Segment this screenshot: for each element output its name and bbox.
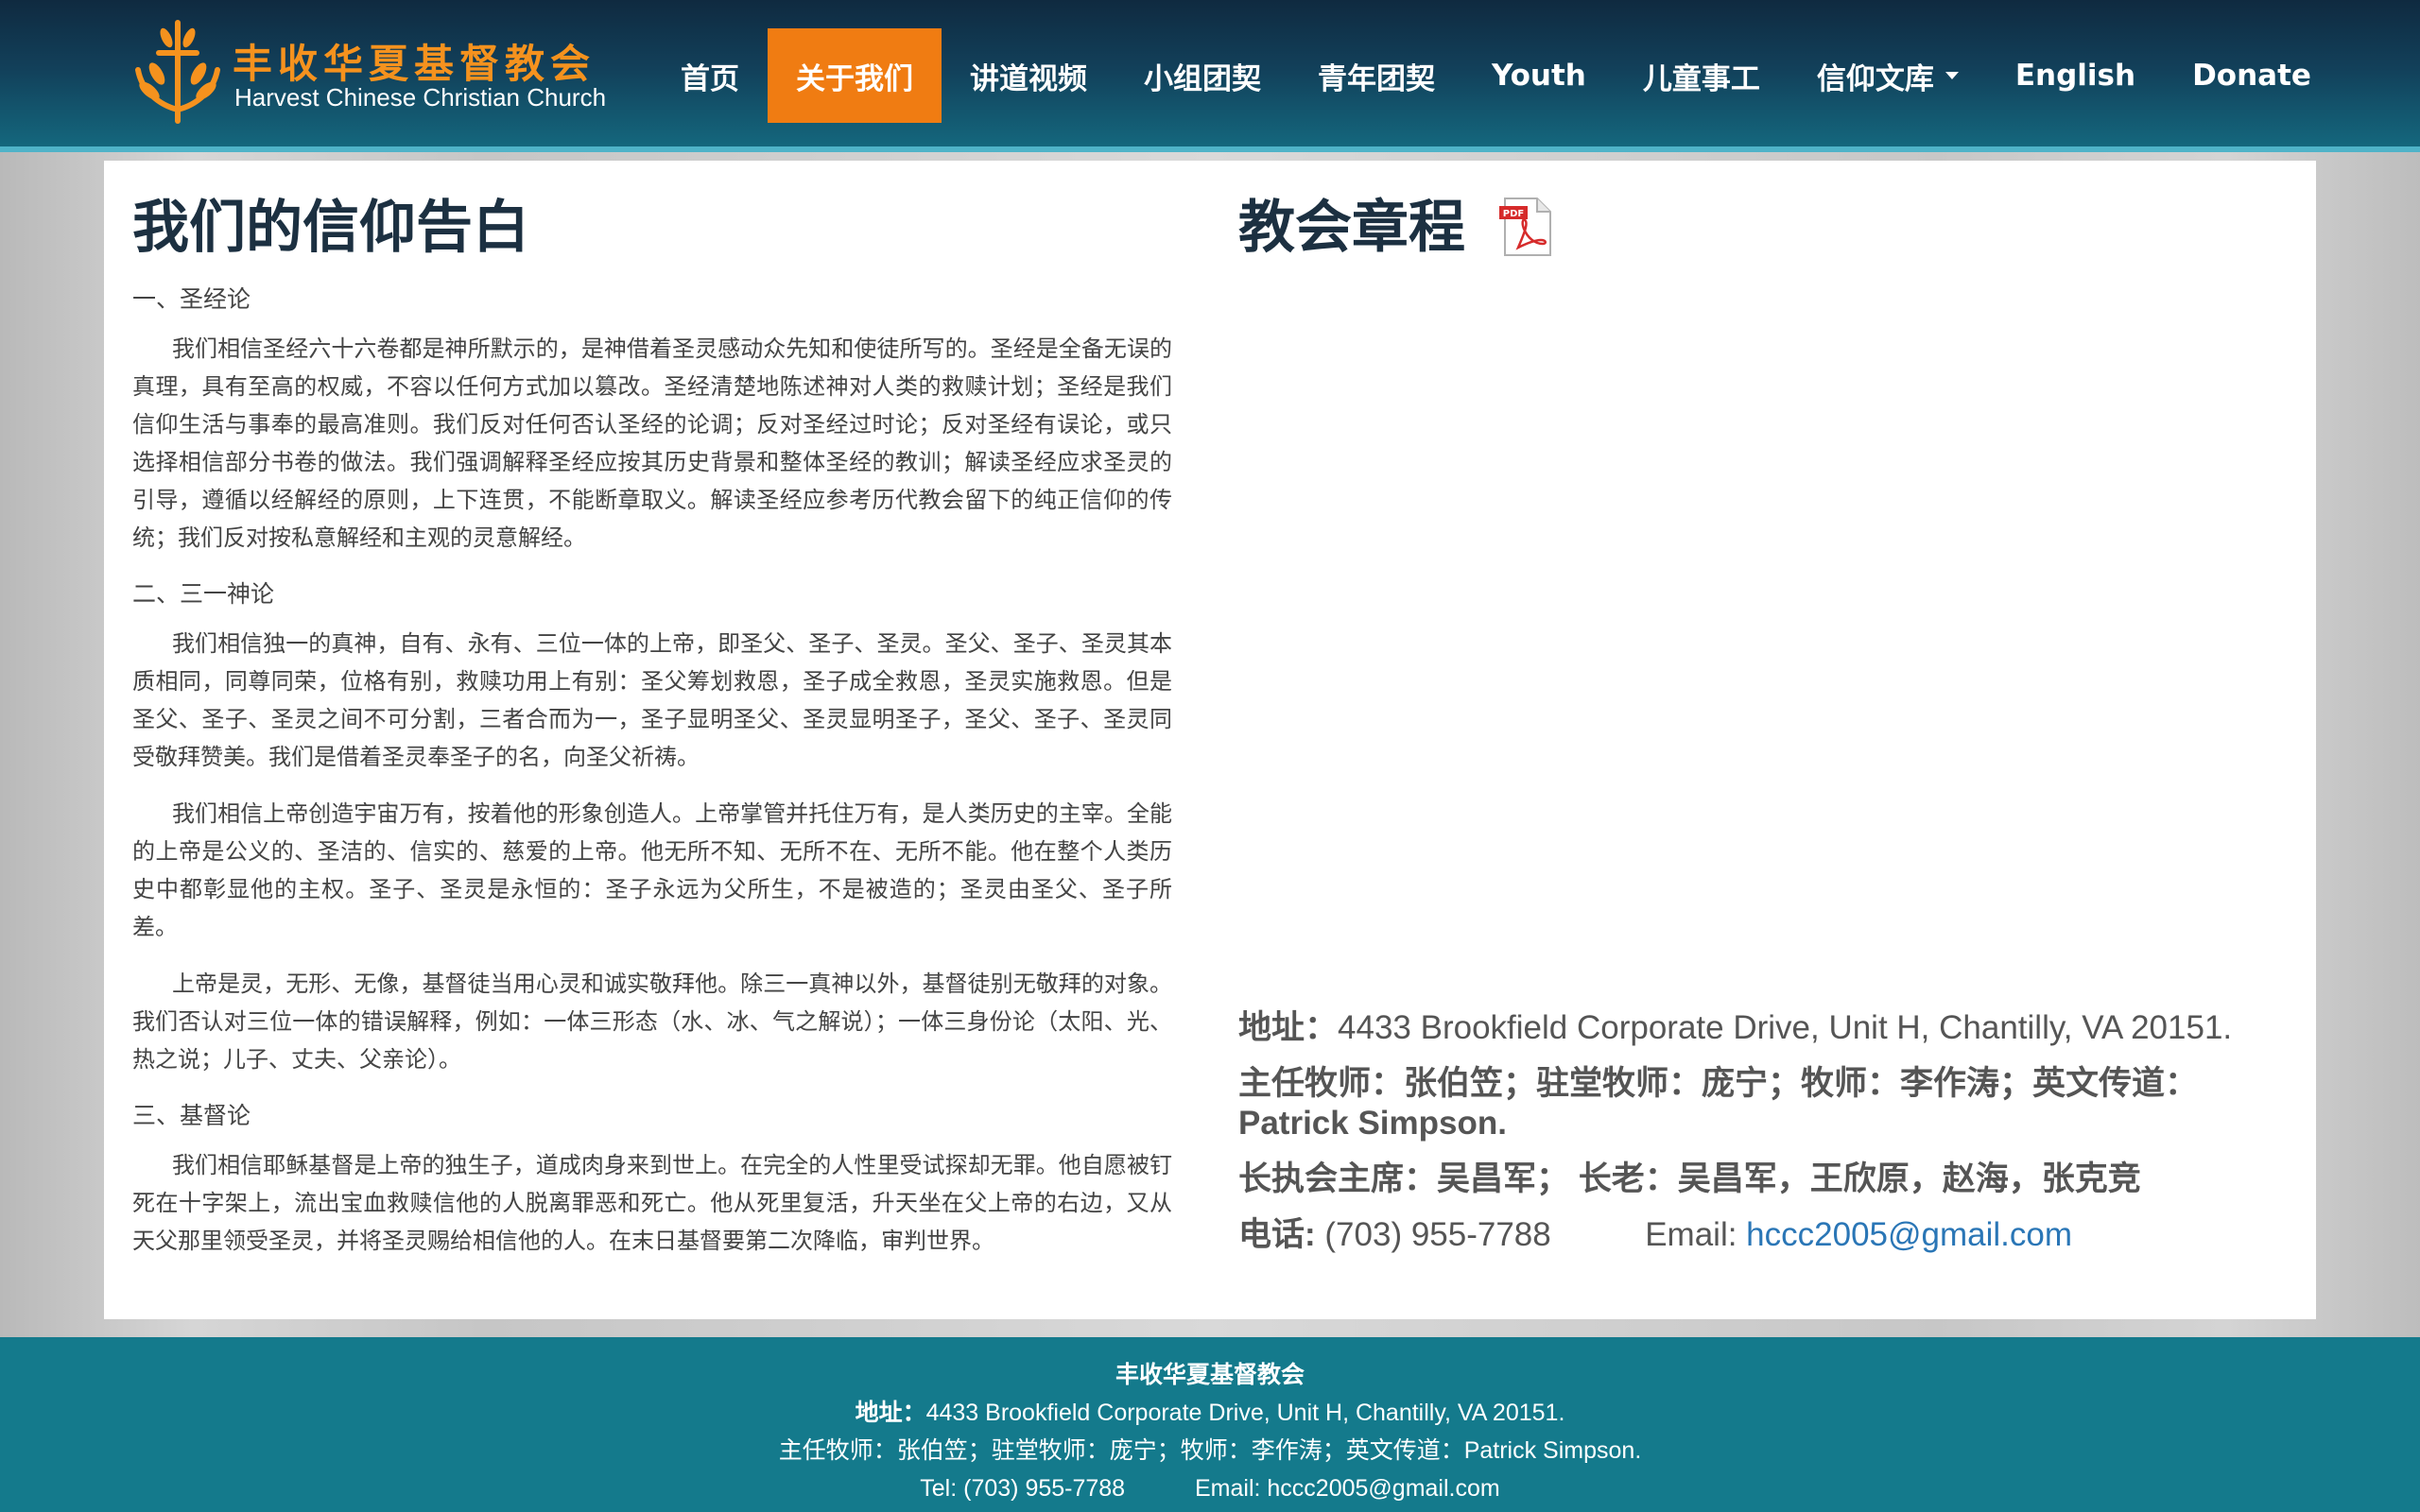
contact-address: 地址：4433 Brookfield Corporate Drive, Unit… bbox=[1238, 1008, 2297, 1048]
logo-english-name: Harvest Chinese Christian Church bbox=[234, 83, 607, 112]
phone-label: 电话: bbox=[1238, 1216, 1325, 1253]
caret-down-icon bbox=[1945, 72, 1959, 79]
contact-info: 地址：4433 Brookfield Corporate Drive, Unit… bbox=[1238, 1008, 2297, 1271]
nav-english[interactable]: English bbox=[1987, 28, 2164, 123]
section-paragraph: 我们相信耶稣基督是上帝的独生子，道成肉身来到世上。在完全的人性里受试探却无罪。他… bbox=[132, 1152, 1172, 1254]
address-label: 地址： bbox=[1238, 1009, 1339, 1046]
church-logo[interactable]: 丰收华夏基督教会 Harvest Chinese Christian Churc… bbox=[130, 15, 613, 127]
bylaws-column: 教会章程 PDF 地址：4433 Brookfield Corporate Dr… bbox=[1238, 194, 2297, 1318]
footer-address-value: 4433 Brookfield Corporate Drive, Unit H,… bbox=[925, 1400, 1565, 1426]
contact-phone-email: 电话: (703) 955-7788 Email: hccc2005@gmail… bbox=[1238, 1215, 2297, 1255]
nav-home[interactable]: 首页 bbox=[652, 28, 768, 123]
logo-chinese-name: 丰收华夏基督教会 bbox=[233, 41, 596, 87]
contact-board: 长执会主席：吴昌军； 长老：吴昌军，王欣原，赵海，张克竞 bbox=[1238, 1160, 2141, 1197]
nav-faith-library-label: 信仰文库 bbox=[1816, 61, 1934, 96]
bylaws-header: 教会章程 PDF bbox=[1238, 194, 2297, 262]
email-label: Email: bbox=[1645, 1216, 1747, 1253]
site-footer: 丰收华夏基督教会 地址：4433 Brookfield Corporate Dr… bbox=[0, 1337, 2420, 1512]
section-heading: 二、三一神论 bbox=[132, 580, 275, 608]
header-divider bbox=[0, 146, 2420, 152]
email-link[interactable]: hccc2005@gmail.com bbox=[1746, 1216, 2072, 1253]
contact-pastors: 主任牧师：张伯笠；驻堂牧师：庞宁；牧师：李作涛；英文传道：Patrick Sim… bbox=[1238, 1065, 2199, 1142]
footer-phone: Tel: (703) 955-7788 bbox=[920, 1475, 1126, 1502]
bylaws-title: 教会章程 bbox=[1238, 195, 1465, 261]
section-heading: 三、基督论 bbox=[132, 1102, 251, 1129]
section-paragraph: 我们相信圣经六十六卷都是神所默示的，是神借着圣灵感动众先知和使徒所写的。圣经是全… bbox=[132, 335, 1172, 551]
footer-title: 丰收华夏基督教会 bbox=[1115, 1362, 1305, 1388]
nav-children-ministry[interactable]: 儿童事工 bbox=[1615, 28, 1789, 123]
footer-address-label: 地址： bbox=[855, 1400, 926, 1426]
section-heading: 一、圣经论 bbox=[132, 285, 251, 313]
nav-about-us[interactable]: 关于我们 bbox=[768, 28, 942, 123]
main-nav: 首页 关于我们 讲道视频 小组团契 青年团契 Youth 儿童事工 信仰文库 E… bbox=[652, 28, 2340, 123]
section-paragraph: 我们相信独一的真神，自有、永有、三位一体的上帝，即圣父、圣子、圣灵。圣父、圣子、… bbox=[132, 630, 1172, 770]
pdf-icon[interactable]: PDF bbox=[1497, 197, 1556, 259]
phone-value: (703) 955-7788 bbox=[1324, 1216, 1551, 1253]
content-panel: 我们的信仰告白 一、圣经论 我们相信圣经六十六卷都是神所默示的，是神借着圣灵感动… bbox=[104, 161, 2316, 1319]
wheat-cross-icon bbox=[135, 20, 220, 124]
address-value: 4433 Brookfield Corporate Drive, Unit H,… bbox=[1338, 1009, 2233, 1046]
nav-sermon-videos[interactable]: 讲道视频 bbox=[942, 28, 1115, 123]
footer-address: 地址：4433 Brookfield Corporate Drive, Unit… bbox=[0, 1394, 2420, 1432]
footer-contact: Tel: (703) 955-7788 Email: hccc2005@gmai… bbox=[0, 1469, 2420, 1507]
section-paragraph: 我们相信上帝创造宇宙万有，按着他的形象创造人。上帝掌管并托住万有，是人类历史的主… bbox=[132, 800, 1172, 940]
section-paragraph: 上帝是灵，无形、无像，基督徒当用心灵和诚实敬拜他。除三一真神以外，基督徒别无敬拜… bbox=[132, 971, 1172, 1073]
nav-youth[interactable]: Youth bbox=[1463, 28, 1615, 123]
faith-title: 我们的信仰告白 bbox=[132, 195, 529, 261]
nav-young-adults[interactable]: 青年团契 bbox=[1289, 28, 1463, 123]
footer-email[interactable]: Email: hccc2005@gmail.com bbox=[1195, 1475, 1500, 1502]
footer-pastors: 主任牧师：张伯笠；驻堂牧师：庞宁；牧师：李作涛；英文传道：Patrick Sim… bbox=[778, 1437, 1642, 1464]
nav-faith-library[interactable]: 信仰文库 bbox=[1789, 28, 1987, 123]
nav-donate[interactable]: Donate bbox=[2164, 28, 2340, 123]
pdf-icon-label: PDF bbox=[1503, 209, 1524, 219]
faith-statement: 我们的信仰告白 一、圣经论 我们相信圣经六十六卷都是神所默示的，是神借着圣灵感动… bbox=[132, 194, 1172, 1279]
nav-small-groups[interactable]: 小组团契 bbox=[1115, 28, 1289, 123]
site-header: 丰收华夏基督教会 Harvest Chinese Christian Churc… bbox=[0, 0, 2420, 152]
